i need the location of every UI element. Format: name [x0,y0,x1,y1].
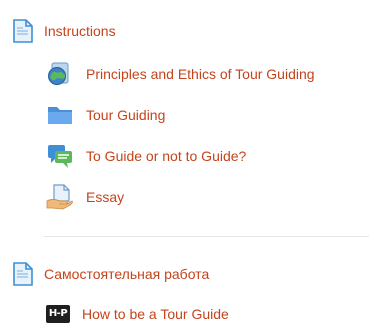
globe-icon [46,61,74,87]
section-title[interactable]: Самостоятельная работа [44,265,209,283]
assignment-icon [46,184,74,210]
page-icon [12,19,34,43]
h5p-icon: H-P [46,305,70,323]
section-independent-work[interactable]: Самостоятельная работа [12,262,209,286]
forum-icon [46,143,74,169]
section-title[interactable]: Instructions [44,22,116,40]
section-divider [44,236,369,237]
page-icon [12,262,34,286]
activity-item[interactable]: H-P How to be a Tour Guide [46,305,229,323]
activity-link[interactable]: Essay [86,188,124,206]
h5p-icon-text: H-P [48,308,68,319]
folder-icon [46,103,74,127]
activity-link[interactable]: Tour Guiding [86,106,165,124]
activity-item[interactable]: Tour Guiding [46,103,165,127]
activity-link[interactable]: Principles and Ethics of Tour Guiding [86,65,315,83]
activity-link[interactable]: To Guide or not to Guide? [86,147,246,165]
activity-link[interactable]: How to be a Tour Guide [82,305,229,323]
section-instructions[interactable]: Instructions [12,19,116,43]
activity-item[interactable]: Essay [46,184,124,210]
activity-item[interactable]: To Guide or not to Guide? [46,143,246,169]
activity-item[interactable]: Principles and Ethics of Tour Guiding [46,61,315,87]
